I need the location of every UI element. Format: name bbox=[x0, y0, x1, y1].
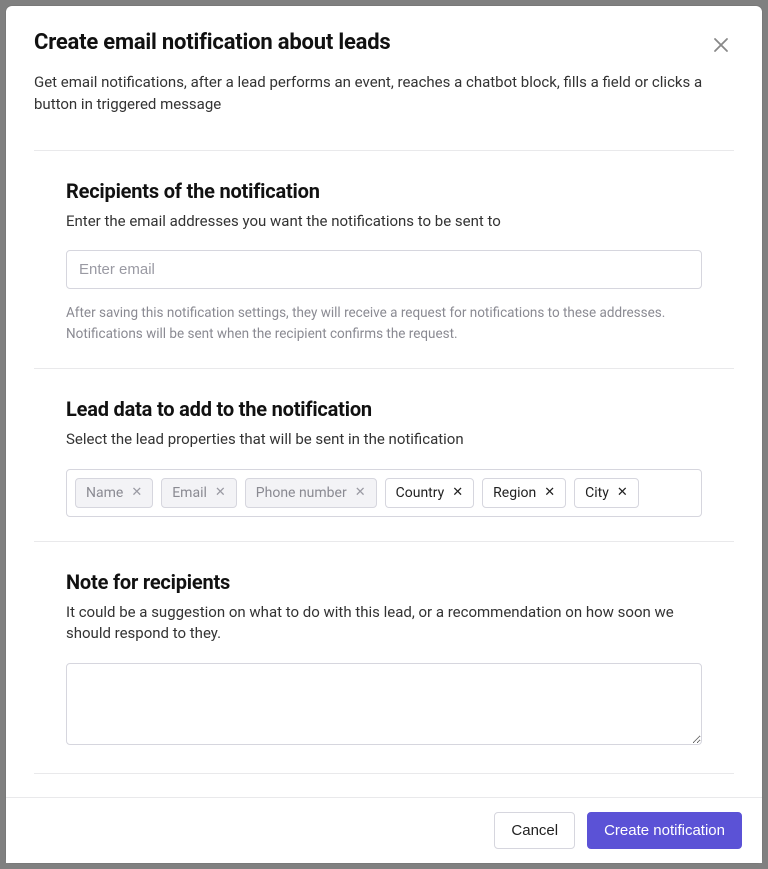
tag-label: Phone number bbox=[256, 485, 347, 501]
tag-remove-icon: ✕ bbox=[355, 486, 366, 499]
tag-remove-icon[interactable]: ✕ bbox=[617, 486, 628, 499]
tag-label: Country bbox=[396, 485, 445, 501]
modal-subtitle: Get email notifications, after a lead pe… bbox=[34, 72, 734, 116]
close-icon bbox=[712, 36, 730, 54]
close-button[interactable] bbox=[708, 32, 734, 58]
modal-title: Create email notification about leads bbox=[34, 30, 391, 55]
create-notification-modal: Create email notification about leads Ge… bbox=[6, 6, 762, 863]
note-section: Note for recipients It could be a sugges… bbox=[34, 542, 734, 775]
tag-label: Email bbox=[172, 485, 207, 501]
tag-remove-icon: ✕ bbox=[215, 486, 226, 499]
recipients-email-input[interactable] bbox=[66, 250, 702, 289]
recipients-subtitle: Enter the email addresses you want the n… bbox=[66, 211, 702, 233]
tag-label: City bbox=[585, 485, 609, 501]
tag-remove-icon: ✕ bbox=[131, 486, 142, 499]
lead-data-tag[interactable]: Region ✕ bbox=[482, 478, 566, 508]
note-title: Note for recipients bbox=[66, 570, 702, 594]
tag-remove-icon[interactable]: ✕ bbox=[452, 486, 463, 499]
lead-data-tag[interactable]: Email ✕ bbox=[161, 478, 237, 508]
lead-data-tag[interactable]: City ✕ bbox=[574, 478, 639, 508]
lead-data-tag[interactable]: Name ✕ bbox=[75, 478, 153, 508]
lead-data-title: Lead data to add to the notification bbox=[66, 397, 702, 421]
modal-header: Create email notification about leads Ge… bbox=[6, 6, 762, 132]
email-subject-section: Email subject bbox=[34, 774, 734, 797]
tag-label: Name bbox=[86, 485, 123, 501]
lead-data-subtitle: Select the lead properties that will be … bbox=[66, 429, 702, 451]
note-subtitle: It could be a suggestion on what to do w… bbox=[66, 602, 702, 646]
lead-data-tag[interactable]: Country ✕ bbox=[385, 478, 475, 508]
recipients-helper: After saving this notification settings,… bbox=[66, 303, 702, 344]
cancel-button[interactable]: Cancel bbox=[494, 812, 575, 849]
recipients-title: Recipients of the notification bbox=[66, 179, 702, 203]
modal-body[interactable]: Recipients of the notification Enter the… bbox=[6, 151, 762, 798]
lead-data-tag-input[interactable]: Name✕Email✕Phone number✕Country✕Region✕C… bbox=[66, 469, 702, 517]
lead-data-tag[interactable]: Phone number ✕ bbox=[245, 478, 377, 508]
modal-footer: Cancel Create notification bbox=[6, 797, 762, 863]
recipients-section: Recipients of the notification Enter the… bbox=[34, 151, 734, 369]
lead-data-section: Lead data to add to the notification Sel… bbox=[34, 369, 734, 542]
tag-remove-icon[interactable]: ✕ bbox=[544, 486, 555, 499]
note-textarea[interactable] bbox=[66, 663, 702, 745]
create-notification-button[interactable]: Create notification bbox=[587, 812, 742, 849]
tag-label: Region bbox=[493, 485, 536, 501]
